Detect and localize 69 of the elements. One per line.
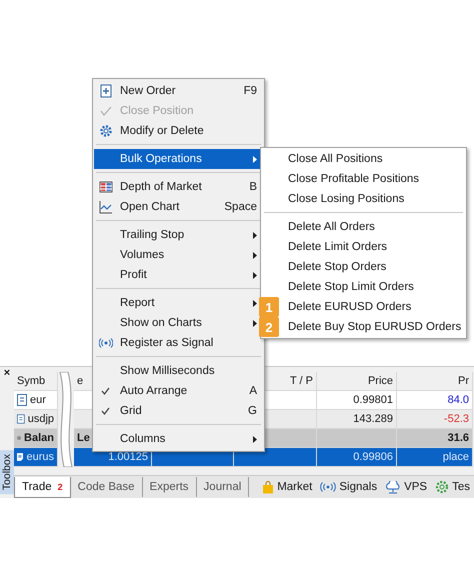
table-cell: 31.6 (397, 429, 473, 447)
menu-item[interactable]: Close Profitable Positions (262, 169, 465, 189)
menu-item[interactable]: Profit (94, 265, 263, 285)
menu-item[interactable]: Open Chart Space (94, 197, 263, 217)
document-icon (17, 451, 24, 463)
cloud-icon (385, 480, 402, 494)
document-icon (17, 394, 27, 406)
submenu-arrow-icon (253, 156, 257, 162)
toolbar-tab[interactable]: Tes (431, 480, 474, 494)
gear-icon (435, 480, 450, 494)
shortcut-label: F9 (244, 85, 257, 97)
signal-icon (99, 336, 113, 350)
table-cell: eurus (14, 448, 58, 466)
line-chart-icon (99, 200, 113, 214)
step-badge: 1 (259, 297, 279, 317)
menu-item[interactable]: Depth of Market B (94, 177, 263, 197)
column-header[interactable]: Pr (397, 372, 473, 390)
table-cell: eur (14, 391, 58, 409)
bag-icon (262, 480, 274, 494)
submenu-arrow-icon (253, 300, 257, 306)
document-icon (17, 413, 25, 425)
step-badge: 2 (259, 317, 279, 337)
menu-item[interactable]: Trailing Stop (94, 225, 263, 245)
column-header[interactable]: Price (317, 372, 397, 390)
menu-item[interactable]: 2 Delete Buy Stop EURUSD Orders (262, 317, 465, 337)
toolbar-tab[interactable]: VPS (381, 480, 432, 494)
toolbar-tab[interactable]: Signals (316, 480, 382, 494)
toolbox-label: Toolbox (0, 450, 14, 494)
menu-item[interactable]: Grid G (94, 401, 263, 421)
menu-item[interactable]: Modify or Delete (94, 121, 263, 141)
shortcut-label: Space (224, 201, 257, 213)
menu-item[interactable]: Delete Limit Orders (262, 237, 465, 257)
menu-item[interactable]: Delete Stop Limit Orders (262, 277, 465, 297)
table-cell: 84.0 (397, 391, 473, 409)
new-order-icon (99, 84, 113, 98)
menu-item[interactable]: Bulk Operations (94, 149, 263, 169)
tab[interactable]: Experts (142, 477, 197, 497)
submenu-arrow-icon (253, 252, 257, 258)
table-cell: usdjp (14, 410, 58, 428)
submenu-arrow-icon (253, 320, 257, 326)
submenu-arrow-icon (253, 272, 257, 278)
menu-item[interactable]: Close All Positions (262, 149, 465, 169)
table-cell: Balan (14, 429, 58, 447)
menu-item[interactable]: Volumes (94, 245, 263, 265)
shortcut-label: B (249, 181, 257, 193)
menu-item[interactable]: Delete Stop Orders (262, 257, 465, 277)
menu-item[interactable]: Close Losing Positions (262, 189, 465, 209)
submenu-arrow-icon (253, 232, 257, 238)
table-cell: place (397, 448, 473, 466)
close-button[interactable]: × (4, 367, 10, 379)
tab[interactable]: Trade 2 (14, 476, 71, 498)
tab[interactable]: Code Base (70, 477, 143, 497)
table-cell: -52.3 (397, 410, 473, 428)
menu-item[interactable]: 1 Delete EURUSD Orders (262, 297, 465, 317)
signal-icon (320, 482, 336, 492)
menu-item[interactable]: New Order F9 (94, 81, 263, 101)
submenu-arrow-icon (253, 436, 257, 442)
column-header[interactable]: Symb (14, 372, 58, 390)
tab[interactable]: Journal (196, 477, 250, 497)
tab-count: 2 (58, 482, 63, 492)
table-icon (99, 180, 113, 194)
shortcut-label: G (248, 405, 257, 417)
table-cell: 0.99806 (317, 448, 397, 466)
menu-item[interactable]: Delete All Orders (262, 217, 465, 237)
gear-icon (99, 124, 113, 138)
table-cell: 143.289 (317, 410, 397, 428)
table-cell: 0.99801 (317, 391, 397, 409)
checkmark-icon (99, 104, 113, 118)
toolbar-tab[interactable]: Market (258, 480, 316, 494)
